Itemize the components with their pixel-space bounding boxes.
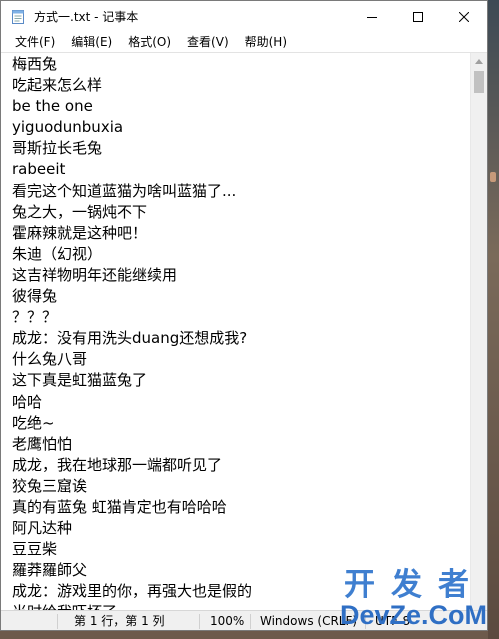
text-line: 狡兔三窟诶 (12, 476, 88, 495)
maximize-icon (413, 11, 423, 22)
text-line: rabeeit (12, 160, 66, 179)
text-line: 这吉祥物明年还能继续用 (12, 265, 178, 284)
text-line: be the one (12, 97, 93, 116)
menu-file[interactable]: 文件(F) (7, 32, 63, 52)
scrollbar-thumb[interactable] (474, 71, 484, 93)
minimize-button[interactable] (349, 1, 395, 32)
line-ending: Windows (CRLF) (260, 614, 358, 628)
menu-format[interactable]: 格式(O) (120, 32, 179, 52)
menu-help[interactable]: 帮助(H) (237, 32, 295, 52)
text-line: 成龙，我在地球那一端都听见了 (12, 455, 223, 474)
status-divider (199, 614, 200, 629)
close-icon (459, 11, 469, 22)
status-divider (57, 614, 58, 629)
text-line: 朱迪（幻视） (12, 244, 103, 263)
text-line: 真的有蓝兔 虹猫肯定也有哈哈哈 (12, 497, 227, 516)
text-line: 哈哈 (12, 392, 43, 411)
vertical-scrollbar[interactable] (470, 53, 487, 611)
status-divider (250, 614, 251, 629)
text-line: 成龙：没有用洗头duang还想成我? (12, 329, 248, 348)
text-line: 什么兔八哥 (12, 350, 88, 369)
cursor-position: 第 1 行，第 1 列 (74, 614, 165, 628)
window-controls (349, 1, 487, 32)
text-line: 看完这个知道蓝猫为啥叫蓝猫了... (12, 181, 237, 200)
menu-edit[interactable]: 编辑(E) (63, 32, 120, 52)
text-line: 彼得兔 (12, 287, 58, 306)
text-line: 吃绝~ (12, 413, 55, 432)
window-title: 方式一.txt - 记事本 (34, 10, 139, 24)
text-line: 哥斯拉长毛兔 (12, 139, 103, 158)
text-editor[interactable]: 梅西兔吃起来怎么样 be the one yiguodunbuxia 哥斯拉长毛兔 ra… (1, 52, 487, 611)
title-bar[interactable]: 方式一.txt - 记事本 (1, 1, 487, 32)
zoom-level: 100% (210, 614, 245, 628)
chevron-up-icon (475, 59, 483, 64)
background-detail (490, 172, 496, 182)
scroll-up-button[interactable] (471, 53, 487, 70)
status-bar: 第 1 行，第 1 列 100% Windows (CRLF) UTF-8 (1, 610, 487, 630)
text-line: 霍麻辣就是这种吧！ (12, 223, 148, 242)
text-line: 老鹰怕怕 (12, 434, 73, 453)
text-line: 成龙：游戏里的你，再强大也是假的 (12, 582, 253, 601)
text-content[interactable]: 梅西兔吃起来怎么样 be the one yiguodunbuxia 哥斯拉长毛兔 ra… (1, 53, 470, 611)
text-line: yiguodunbuxia (12, 118, 124, 137)
notepad-window: 方式一.txt - 记事本 文件(F) 编辑(E) 格式(O) 查看(V) 帮助… (0, 0, 488, 631)
menu-view[interactable]: 查看(V) (179, 32, 237, 52)
text-line: 豆豆柴 (12, 540, 58, 559)
text-line: 羅莽羅師父 (12, 561, 88, 580)
text-line: 吃起来怎么样 (12, 76, 103, 95)
close-button[interactable] (441, 1, 487, 32)
text-line: 这下真是虹猫蓝兔了 (12, 371, 148, 390)
desktop-background (488, 0, 499, 639)
text-line: 兔之大，一锅炖不下 (12, 202, 148, 221)
menu-bar: 文件(F) 编辑(E) 格式(O) 查看(V) 帮助(H) (1, 32, 487, 52)
text-line: 梅西兔 (12, 55, 58, 73)
text-line: 阿凡达种 (12, 519, 73, 538)
text-line: ？？？ (12, 308, 58, 327)
maximize-button[interactable] (395, 1, 441, 32)
status-divider (365, 614, 366, 629)
notepad-icon (10, 9, 26, 25)
minimize-icon (367, 16, 377, 18)
encoding: UTF-8 (375, 614, 410, 628)
